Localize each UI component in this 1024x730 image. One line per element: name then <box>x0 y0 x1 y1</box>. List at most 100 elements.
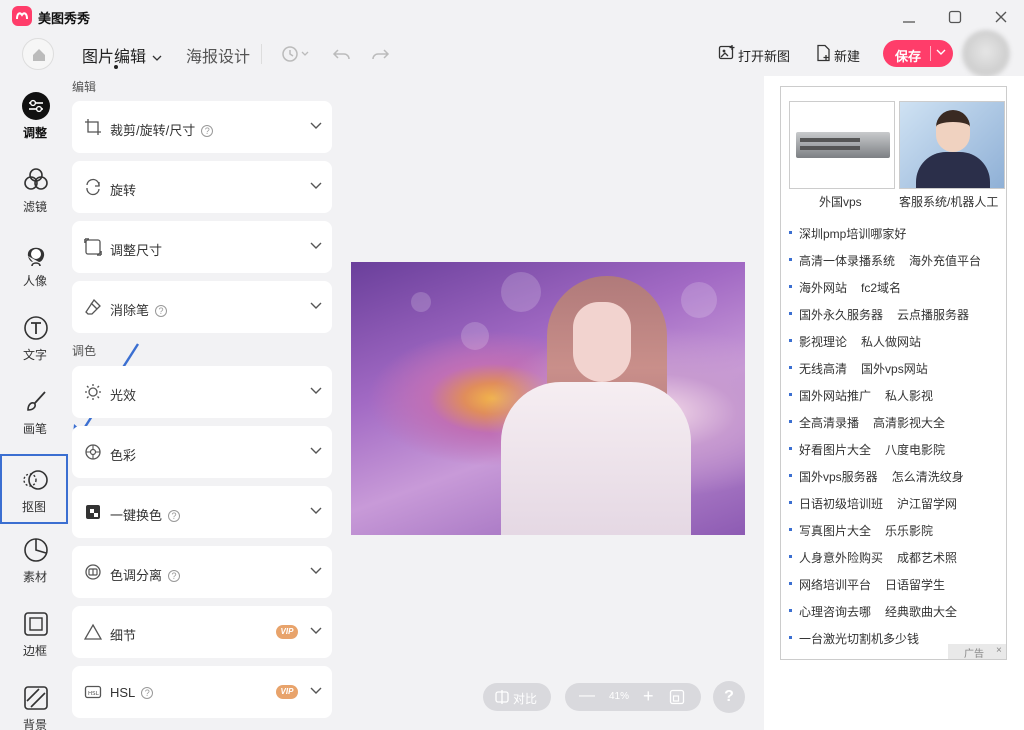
close-icon[interactable] <box>992 8 1010 26</box>
ad-link[interactable]: 经典歌曲大全 <box>885 605 957 619</box>
ad-image-server[interactable] <box>789 101 895 189</box>
ad-link[interactable]: 国外网站推广 <box>799 389 871 403</box>
vip-badge: VIP <box>276 625 298 639</box>
nav-adjust[interactable]: 调整 <box>0 80 70 150</box>
ad-link-group: 高清一体录播系统 海外充值平台 <box>799 252 981 269</box>
resize-icon <box>84 238 102 256</box>
redo-icon[interactable] <box>370 44 390 67</box>
ad-link[interactable]: 全高清录播 <box>799 416 859 430</box>
brush-icon <box>27 391 46 411</box>
new-button[interactable]: 新建 <box>816 44 860 65</box>
bullet-icon <box>789 474 792 477</box>
ad-link[interactable]: 人身意外险购买 <box>799 551 883 565</box>
vip-badge: VIP <box>276 685 298 699</box>
ad-link[interactable]: 高清影视大全 <box>873 416 945 430</box>
history-icon[interactable] <box>280 44 312 67</box>
ad-link[interactable]: 日语初级培训班 <box>799 497 883 511</box>
card-detail[interactable]: 细节 VIP <box>72 606 332 658</box>
ad-link[interactable]: 海外充值平台 <box>909 254 981 268</box>
card-recolor-label: 一键换色 <box>110 508 163 523</box>
card-resize[interactable]: 调整尺寸 <box>72 221 332 273</box>
ad-link[interactable]: 深圳pmp培训哪家好 <box>799 227 906 241</box>
ad-link[interactable]: 国外vps网站 <box>861 362 928 376</box>
help-icon[interactable]: ? <box>201 125 214 137</box>
compare-button[interactable]: 对比 <box>483 683 551 711</box>
ad-link[interactable]: 无线高清 <box>799 362 847 376</box>
fit-screen-icon[interactable] <box>669 689 685 705</box>
ad-close-icon[interactable]: × <box>996 645 1002 656</box>
save-dropdown-icon[interactable] <box>936 48 946 56</box>
card-hsl-label: HSL <box>110 685 136 700</box>
nav-sticker-label: 素材 <box>22 570 47 584</box>
help-icon[interactable]: ? <box>168 570 181 582</box>
save-button[interactable]: 保存 <box>883 40 953 67</box>
chevron-down-icon <box>310 387 322 394</box>
card-one-click-recolor[interactable]: 一键换色? <box>72 486 332 538</box>
bullet-icon <box>789 528 792 531</box>
ad-caption[interactable]: 客服系统/机器人工 <box>899 193 998 210</box>
card-hsl[interactable]: HSL HSL? VIP <box>72 666 332 718</box>
help-icon[interactable]: ? <box>168 510 181 522</box>
ad-link[interactable]: 好看图片大全 <box>799 443 871 457</box>
help-icon[interactable]: ? <box>141 687 154 699</box>
ad-link[interactable]: 写真图片大全 <box>799 524 871 538</box>
ad-link[interactable]: 高清一体录播系统 <box>799 254 895 268</box>
ad-link[interactable]: 网络培训平台 <box>799 578 871 592</box>
tab-image-edit[interactable]: 图片编辑 <box>82 43 162 69</box>
ad-link[interactable]: 私人做网站 <box>861 335 921 349</box>
ad-caption[interactable]: 外国vps <box>819 193 862 210</box>
card-eraser-label: 消除笔 <box>110 303 150 318</box>
card-crop-rotate-size[interactable]: 裁剪/旋转/尺寸? <box>72 101 332 153</box>
card-posterize[interactable]: 色调分离? <box>72 546 332 598</box>
ad-link[interactable]: 成都艺术照 <box>897 551 957 565</box>
app-name: 美图秀秀 <box>38 11 91 26</box>
bullet-icon <box>789 312 792 315</box>
help-button[interactable]: ? <box>713 681 745 713</box>
card-light-effect[interactable]: 光效 <box>72 366 332 418</box>
card-color[interactable]: 色彩 <box>72 426 332 478</box>
nav-background[interactable]: 背景 <box>0 672 70 730</box>
ad-link[interactable]: 国外vps服务器 <box>799 470 878 484</box>
tab-poster-design[interactable]: 海报设计 <box>186 43 250 67</box>
avatar[interactable] <box>962 30 1010 78</box>
ad-link-group: 全高清录播 高清影视大全 <box>799 414 945 431</box>
ad-link[interactable]: fc2域名 <box>861 281 901 295</box>
undo-icon[interactable] <box>332 44 352 67</box>
ad-image-customer-service[interactable] <box>899 101 1005 189</box>
ad-link[interactable]: 怎么清洗纹身 <box>892 470 964 484</box>
zoom-in-button[interactable]: + <box>643 686 654 707</box>
ad-link[interactable]: 国外永久服务器 <box>799 308 883 322</box>
help-icon[interactable]: ? <box>155 305 168 317</box>
ad-link[interactable]: 影视理论 <box>799 335 847 349</box>
ad-link[interactable]: 私人影视 <box>885 389 933 403</box>
open-new-image-button[interactable]: 打开新图 <box>718 44 790 65</box>
ad-link[interactable]: 沪江留学网 <box>897 497 957 511</box>
canvas-image[interactable] <box>351 262 745 535</box>
bullet-icon <box>789 366 792 369</box>
background-icon <box>24 686 48 710</box>
home-button[interactable] <box>22 38 54 70</box>
minimize-icon[interactable] <box>900 8 918 26</box>
ad-link[interactable]: 一台激光切割机多少钱 <box>799 632 919 646</box>
ad-link[interactable]: 八度电影院 <box>885 443 945 457</box>
chevron-down-icon <box>310 627 322 634</box>
nav-portrait[interactable]: 人像 <box>0 228 70 298</box>
zoom-out-button[interactable]: — <box>579 687 595 705</box>
ad-link[interactable]: 海外网站 <box>799 281 847 295</box>
ad-link[interactable]: 心理咨询去哪 <box>799 605 871 619</box>
nav-sticker[interactable]: 素材 <box>0 524 70 594</box>
compare-label: 对比 <box>513 692 538 706</box>
ad-link[interactable]: 云点播服务器 <box>897 308 969 322</box>
ad-link-group: 影视理论 私人做网站 <box>799 333 921 350</box>
card-rotate-label: 旋转 <box>110 183 137 198</box>
posterize-icon <box>85 564 101 580</box>
bullet-icon <box>789 231 792 234</box>
maximize-icon[interactable] <box>946 8 964 26</box>
card-rotate[interactable]: 旋转 <box>72 161 332 213</box>
card-eraser[interactable]: 消除笔? <box>72 281 332 333</box>
nav-filter[interactable]: 滤镜 <box>0 154 70 224</box>
ad-link[interactable]: 乐乐影院 <box>885 524 933 538</box>
nav-frame[interactable]: 边框 <box>0 598 70 668</box>
nav-cutout[interactable]: 抠图 <box>0 454 68 524</box>
ad-link[interactable]: 日语留学生 <box>885 578 945 592</box>
